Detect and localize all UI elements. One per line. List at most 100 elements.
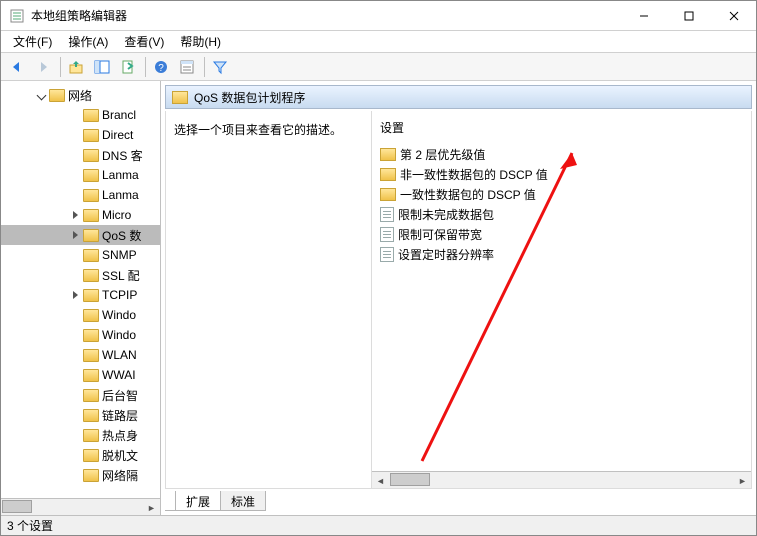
minimize-button[interactable] (621, 1, 666, 30)
body: 网络 BranclDirectDNS 客LanmaLanmaMicroQoS 数… (1, 81, 756, 515)
toolbar: ? (1, 53, 756, 81)
list-item-label: 一致性数据包的 DSCP 值 (400, 186, 536, 203)
chevron-right-icon[interactable] (69, 229, 81, 241)
filter-button[interactable] (208, 55, 232, 79)
folder-icon (83, 129, 99, 142)
tree-item[interactable]: Windo (1, 325, 160, 345)
arrow-right-icon (35, 59, 51, 75)
properties-button[interactable] (175, 55, 199, 79)
tree-item[interactable]: Lanma (1, 165, 160, 185)
policy-icon (380, 207, 394, 222)
chevron-down-icon[interactable] (35, 89, 47, 101)
scroll-right-arrow[interactable]: ► (143, 499, 160, 515)
properties-icon (179, 59, 195, 75)
tree-item[interactable]: Windo (1, 305, 160, 325)
tree-item[interactable]: WLAN (1, 345, 160, 365)
tree-item-label: SSL 配 (102, 267, 140, 284)
settings-header[interactable]: 设置 (380, 119, 743, 136)
forward-button[interactable] (31, 55, 55, 79)
list-item-label: 非一致性数据包的 DSCP 值 (400, 166, 548, 183)
folder-icon (83, 149, 99, 162)
tree-item-label: Direct (102, 128, 133, 142)
tree-item[interactable]: Micro (1, 205, 160, 225)
tree-item[interactable]: SSL 配 (1, 265, 160, 285)
folder-icon (83, 209, 99, 222)
maximize-button[interactable] (666, 1, 711, 30)
menu-file[interactable]: 文件(F) (5, 31, 60, 52)
tree-item[interactable]: 脱机文 (1, 445, 160, 465)
expander-empty (69, 409, 81, 421)
tree-item[interactable]: SNMP (1, 245, 160, 265)
folder-icon (83, 449, 99, 462)
expander-empty (69, 329, 81, 341)
window-title: 本地组策略编辑器 (31, 7, 127, 24)
expander-empty (69, 309, 81, 321)
folder-up-icon (68, 59, 84, 75)
tree-item[interactable]: 后台智 (1, 385, 160, 405)
folder-icon (83, 429, 99, 442)
tree-item-label: 脱机文 (102, 447, 138, 464)
list-item[interactable]: 非一致性数据包的 DSCP 值 (380, 164, 743, 184)
arrow-left-icon (9, 59, 25, 75)
list-item[interactable]: 限制未完成数据包 (380, 204, 743, 224)
tree-item[interactable]: DNS 客 (1, 145, 160, 165)
tab-standard[interactable]: 标准 (220, 491, 266, 511)
content-header: QoS 数据包计划程序 (165, 85, 752, 109)
chevron-right-icon[interactable] (69, 209, 81, 221)
export-button[interactable] (116, 55, 140, 79)
list-item[interactable]: 第 2 层优先级值 (380, 144, 743, 164)
scroll-thumb[interactable] (2, 500, 32, 513)
policy-icon (380, 247, 394, 262)
scroll-left-arrow[interactable]: ◄ (372, 472, 389, 488)
folder-icon (83, 329, 99, 342)
tab-extended[interactable]: 扩展 (175, 491, 221, 511)
folder-icon (83, 409, 99, 422)
tree-item-label: TCPIP (102, 288, 137, 302)
menu-help[interactable]: 帮助(H) (172, 31, 229, 52)
folder-icon (83, 389, 99, 402)
chevron-right-icon[interactable] (69, 289, 81, 301)
close-button[interactable] (711, 1, 756, 30)
help-icon: ? (153, 59, 169, 75)
scroll-thumb[interactable] (390, 473, 430, 486)
scroll-right-arrow[interactable]: ► (734, 472, 751, 488)
expander-empty (69, 349, 81, 361)
list-horizontal-scrollbar[interactable]: ◄ ► (372, 471, 751, 488)
back-button[interactable] (5, 55, 29, 79)
up-button[interactable] (64, 55, 88, 79)
tree-root[interactable]: 网络 (1, 85, 160, 105)
statusbar: 3 个设置 (1, 515, 756, 535)
tree-item[interactable]: Brancl (1, 105, 160, 125)
policy-icon (380, 227, 394, 242)
folder-icon (83, 189, 99, 202)
menu-action[interactable]: 操作(A) (60, 31, 116, 52)
menu-view[interactable]: 查看(V) (116, 31, 172, 52)
tree-item-label: 网络隔 (102, 467, 138, 484)
tree-item[interactable]: 网络隔 (1, 465, 160, 485)
folder-icon (380, 188, 396, 201)
tree-item[interactable]: TCPIP (1, 285, 160, 305)
folder-icon (83, 349, 99, 362)
list-item[interactable]: 一致性数据包的 DSCP 值 (380, 184, 743, 204)
show-hide-tree-button[interactable] (90, 55, 114, 79)
expander-empty (69, 109, 81, 121)
tab-lead (165, 491, 175, 511)
folder-icon (83, 289, 99, 302)
minimize-icon (639, 11, 649, 21)
tree-pane: 网络 BranclDirectDNS 客LanmaLanmaMicroQoS 数… (1, 81, 161, 515)
tree-item[interactable]: Lanma (1, 185, 160, 205)
tree-item[interactable]: 热点身 (1, 425, 160, 445)
expander-empty (69, 389, 81, 401)
tree-item[interactable]: 链路层 (1, 405, 160, 425)
list-item[interactable]: 设置定时器分辨率 (380, 244, 743, 264)
tree-item[interactable]: WWAI (1, 365, 160, 385)
list-item[interactable]: 限制可保留带宽 (380, 224, 743, 244)
tree-item[interactable]: Direct (1, 125, 160, 145)
help-button[interactable]: ? (149, 55, 173, 79)
tree-item-label: Lanma (102, 188, 139, 202)
folder-icon (83, 469, 99, 482)
tree-item[interactable]: QoS 数 (1, 225, 160, 245)
tree-horizontal-scrollbar[interactable]: ◄ ► (1, 498, 160, 515)
expander-empty (69, 449, 81, 461)
export-icon (120, 59, 136, 75)
